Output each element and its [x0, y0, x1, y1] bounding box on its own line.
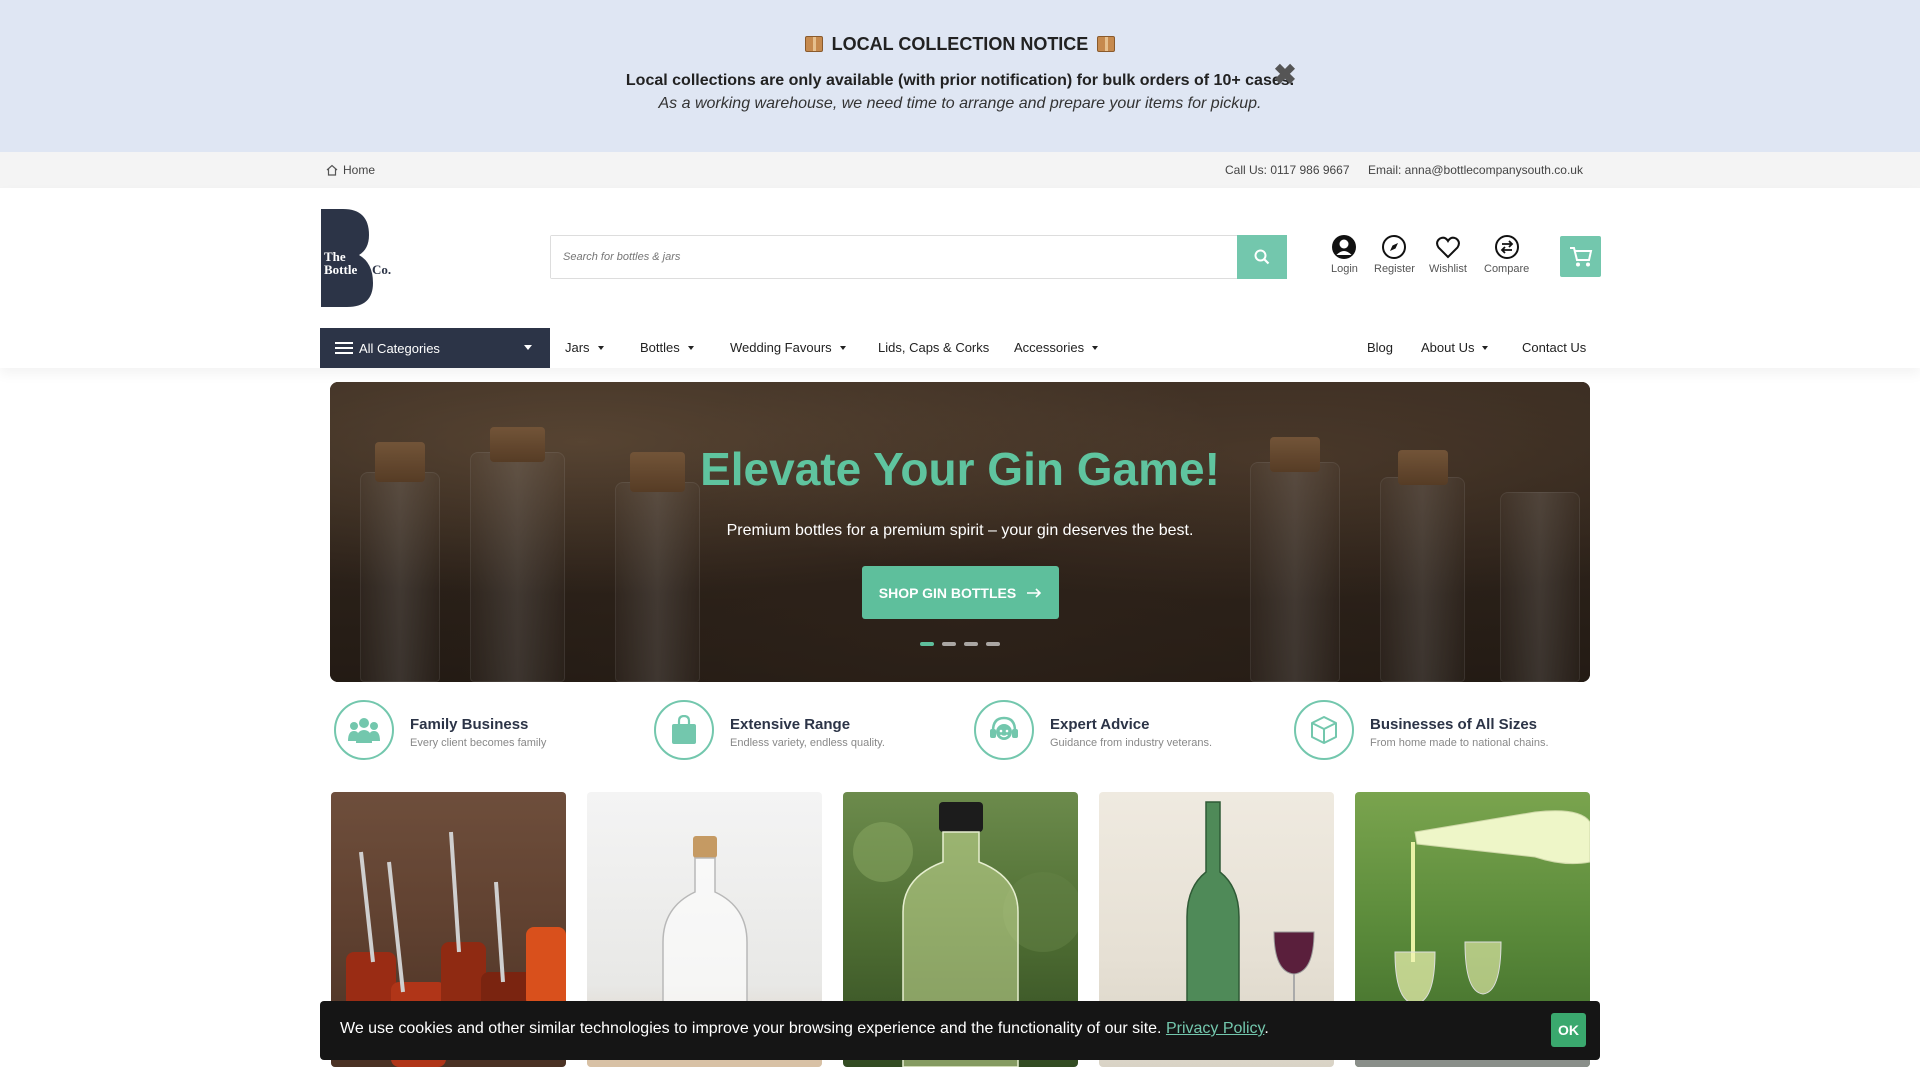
menu-icon — [335, 339, 353, 357]
feature-title: Expert Advice — [1050, 716, 1150, 733]
search-bar — [550, 235, 1287, 279]
package-icon — [804, 36, 823, 52]
search-icon — [1254, 249, 1270, 265]
search-input[interactable] — [551, 236, 1241, 278]
slider-dots — [330, 642, 1590, 646]
nav-item-contact-us[interactable]: Contact Us — [1522, 340, 1586, 355]
feature-icon-circle — [974, 700, 1034, 760]
cart-icon — [1569, 246, 1592, 266]
shopping-bag-icon — [672, 715, 696, 744]
feature-icon-circle — [334, 700, 394, 760]
chevron-down-icon — [687, 345, 694, 350]
slider-dot[interactable] — [964, 642, 978, 646]
compare-icon — [1494, 235, 1519, 259]
slider-dot[interactable] — [986, 642, 1000, 646]
nav-item-label: Blog — [1367, 340, 1394, 355]
phone-number[interactable]: Call Us: 0117 986 9667 — [1225, 163, 1350, 177]
logo-text-bottle: Bottle — [324, 262, 357, 277]
email-address[interactable]: Email: anna@bottlecompanysouth.co.uk — [1368, 163, 1583, 177]
hero-slider: Elevate Your Gin Game! Premium bottles f… — [330, 382, 1590, 682]
compare-link[interactable]: Compare — [1484, 234, 1529, 275]
cookie-text-end: . — [1264, 1020, 1269, 1037]
package-icon — [1097, 36, 1116, 52]
user-icon — [1332, 235, 1357, 259]
people-icon — [348, 718, 380, 743]
slider-dot[interactable] — [920, 642, 934, 646]
site-header: The Bottle Co. Login Register Wishlist C… — [0, 188, 1920, 368]
nav-item-label: About Us — [1421, 340, 1475, 355]
cart-button[interactable] — [1560, 236, 1601, 277]
compare-label: Compare — [1484, 263, 1530, 275]
nav-item-wedding-favours[interactable]: Wedding Favours — [730, 340, 846, 355]
shop-gin-bottles-button[interactable]: SHOP GIN BOTTLES — [862, 566, 1059, 619]
nav-item-label: Lids, Caps & Corks — [878, 340, 990, 355]
feature-businesses-of-all-sizes: Businesses of All Sizes From home made t… — [1290, 700, 1590, 762]
nav-item-jars[interactable]: Jars — [565, 340, 604, 355]
chevron-down-icon — [839, 345, 846, 350]
compass-icon — [1382, 235, 1407, 259]
feature-subtitle: Every client becomes family — [410, 737, 547, 749]
register-link[interactable]: Register — [1374, 234, 1415, 275]
arrow-right-icon — [1027, 587, 1042, 598]
chevron-down-icon — [597, 345, 604, 350]
wishlist-label: Wishlist — [1429, 263, 1467, 275]
nav-item-label: Jars — [565, 340, 590, 355]
all-categories-button[interactable]: All Categories — [320, 328, 550, 368]
feature-family-business: Family Business Every client becomes fam… — [330, 700, 630, 762]
heart-icon — [1436, 236, 1460, 259]
notice-title-text: LOCAL COLLECTION NOTICE — [831, 34, 1089, 54]
feature-icon-circle — [1294, 700, 1354, 760]
feature-title: Family Business — [410, 716, 529, 733]
cookie-ok-button[interactable]: OK — [1551, 1013, 1586, 1047]
login-link[interactable]: Login — [1331, 234, 1358, 275]
chevron-down-icon — [1482, 345, 1489, 350]
chevron-down-icon — [1092, 345, 1099, 350]
home-label: Home — [343, 163, 376, 177]
close-icon[interactable]: ✖ — [1272, 61, 1298, 89]
feature-title: Extensive Range — [730, 716, 851, 733]
chevron-down-icon — [524, 345, 532, 350]
cookie-text: We use cookies and other similar technol… — [340, 1020, 1162, 1037]
feature-subtitle: Guidance from industry veterans. — [1050, 737, 1213, 749]
feature-icon-circle — [654, 700, 714, 760]
nav-item-label: Bottles — [640, 340, 680, 355]
all-categories-label: All Categories — [359, 340, 440, 356]
nav-item-about-us[interactable]: About Us — [1421, 340, 1489, 355]
feature-title: Businesses of All Sizes — [1370, 716, 1538, 733]
logo[interactable]: The Bottle Co. — [321, 209, 401, 307]
login-label: Login — [1331, 263, 1358, 275]
logo-text-co: Co. — [372, 262, 391, 277]
nav-item-label: Contact Us — [1522, 340, 1587, 355]
feature-subtitle: From home made to national chains. — [1370, 737, 1549, 749]
nav-item-accessories[interactable]: Accessories — [1014, 340, 1099, 355]
slider-dot[interactable] — [942, 642, 956, 646]
register-label: Register — [1374, 263, 1415, 275]
search-button[interactable] — [1237, 235, 1287, 279]
feature-extensive-range: Extensive Range Endless variety, endless… — [650, 700, 950, 762]
notice-line-2: As a working warehouse, we need time to … — [658, 95, 1262, 112]
feature-expert-advice: Expert Advice Guidance from industry vet… — [970, 700, 1270, 762]
nav-item-lids-caps-corks[interactable]: Lids, Caps & Corks — [878, 340, 989, 355]
notice-title: LOCAL COLLECTION NOTICE — [0, 34, 1920, 55]
feature-subtitle: Endless variety, endless quality. — [730, 737, 885, 749]
wishlist-link[interactable]: Wishlist — [1429, 234, 1467, 275]
notice-line-1: Local collections are only available (wi… — [625, 72, 1295, 89]
cookie-message: We use cookies and other similar technol… — [340, 1020, 1269, 1038]
collection-notice-banner: LOCAL COLLECTION NOTICE Local collection… — [0, 0, 1920, 152]
nav-item-label: Wedding Favours — [730, 340, 832, 355]
nav-item-blog[interactable]: Blog — [1367, 340, 1393, 355]
hero-button-label: SHOP GIN BOTTLES — [878, 584, 1017, 601]
support-agent-icon — [990, 716, 1018, 740]
hero-title: Elevate Your Gin Game! — [700, 443, 1220, 495]
home-icon — [326, 164, 338, 176]
nav-item-bottles[interactable]: Bottles — [640, 340, 694, 355]
box-icon — [1311, 716, 1337, 744]
cookie-consent-bar: We use cookies and other similar technol… — [320, 1001, 1600, 1060]
home-link[interactable]: Home — [326, 163, 375, 177]
nav-item-label: Accessories — [1014, 340, 1085, 355]
hero-subtitle: Premium bottles for a premium spirit – y… — [726, 522, 1194, 539]
top-bar: Home Call Us: 0117 986 9667 Email: anna@… — [0, 152, 1920, 188]
privacy-policy-link[interactable]: Privacy Policy — [1166, 1020, 1264, 1037]
